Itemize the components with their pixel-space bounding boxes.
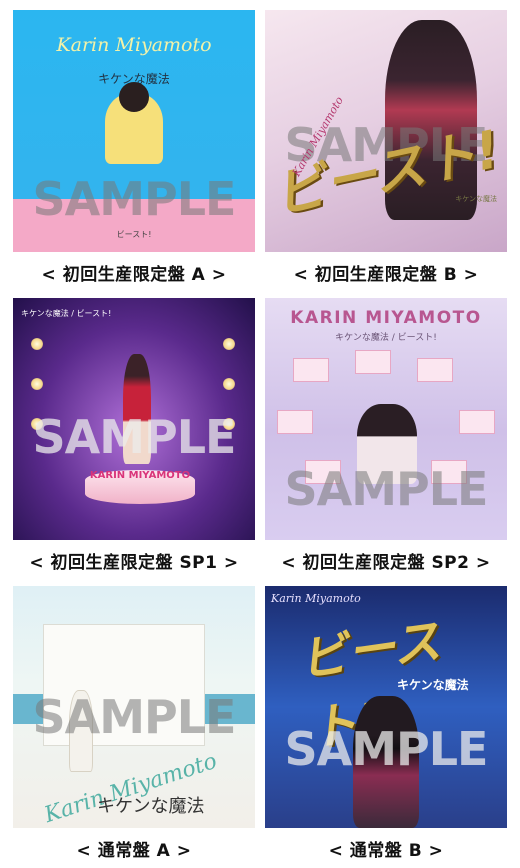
cover-title: キケンな魔法 (397, 678, 469, 692)
edition-caption: < 通常盤 B > (328, 841, 444, 861)
sample-watermark: SAMPLE (32, 172, 237, 226)
cover-card-limited-sp1[interactable]: キケンな魔法 / ビースト! SAMPLE KARIN MIYAMOTO < 初… (13, 298, 255, 573)
cover-artist-name: Karin Miyamoto (271, 592, 361, 605)
gift-box (417, 358, 453, 382)
gift-box (277, 410, 313, 434)
cover-card-limited-b[interactable]: SAMPLE ビースト! Karin Miyamoto キケンな魔法 < 初回生… (265, 10, 507, 285)
cover-subtitle: キケンな魔法 (455, 195, 497, 203)
cover-artist-name: KARIN MIYAMOTO (290, 308, 482, 328)
cover-subtitle: ビースト! (116, 230, 152, 239)
cover-title: キケンな魔法 / ビースト! (335, 333, 437, 343)
cover-title: キケンな魔法 / ビースト! (21, 309, 112, 318)
cover-image-limited-sp1[interactable]: キケンな魔法 / ビースト! SAMPLE KARIN MIYAMOTO (13, 298, 255, 540)
artist-head (119, 82, 149, 112)
cover-image-regular-a[interactable]: SAMPLE Karin Miyamoto キケンな魔法 (13, 586, 255, 828)
gift-box (293, 358, 329, 382)
cover-artist-name: KARIN MIYAMOTO (89, 470, 191, 481)
cover-card-regular-a[interactable]: SAMPLE Karin Miyamoto キケンな魔法 < 通常盤 A > (13, 586, 255, 861)
edition-caption: < 初回生産限定盤 B > (293, 265, 479, 285)
stage-light (223, 338, 235, 350)
stage-light (31, 378, 43, 390)
cover-title: キケンな魔法 (97, 796, 205, 817)
gift-box (459, 410, 495, 434)
cover-grid: Karin Miyamoto キケンな魔法 SAMPLE ビースト! < 初回生… (0, 0, 520, 868)
cover-card-limited-a[interactable]: Karin Miyamoto キケンな魔法 SAMPLE ビースト! < 初回生… (13, 10, 255, 285)
stage-light (223, 378, 235, 390)
cover-card-limited-sp2[interactable]: KARIN MIYAMOTO キケンな魔法 / ビースト! SAMPLE < 初… (265, 298, 507, 573)
gift-box (355, 350, 391, 374)
cover-image-limited-sp2[interactable]: KARIN MIYAMOTO キケンな魔法 / ビースト! SAMPLE (265, 298, 507, 540)
sample-watermark: SAMPLE (284, 462, 489, 516)
cover-image-regular-b[interactable]: Karin Miyamoto ビースト! キケンな魔法 SAMPLE (265, 586, 507, 828)
sample-watermark: SAMPLE (32, 690, 237, 744)
cover-image-limited-a[interactable]: Karin Miyamoto キケンな魔法 SAMPLE ビースト! (13, 10, 255, 252)
cover-card-regular-b[interactable]: Karin Miyamoto ビースト! キケンな魔法 SAMPLE < 通常盤… (265, 586, 507, 861)
edition-caption: < 初回生産限定盤 SP1 > (29, 553, 239, 573)
cover-image-limited-b[interactable]: SAMPLE ビースト! Karin Miyamoto キケンな魔法 (265, 10, 507, 252)
cover-artist-name: Karin Miyamoto (56, 34, 212, 56)
sample-watermark: SAMPLE (32, 410, 237, 464)
edition-caption: < 初回生産限定盤 A > (41, 265, 227, 285)
edition-caption: < 初回生産限定盤 SP2 > (281, 553, 491, 573)
stage-light (31, 338, 43, 350)
sample-watermark: SAMPLE (284, 722, 489, 776)
edition-caption: < 通常盤 A > (76, 841, 192, 861)
